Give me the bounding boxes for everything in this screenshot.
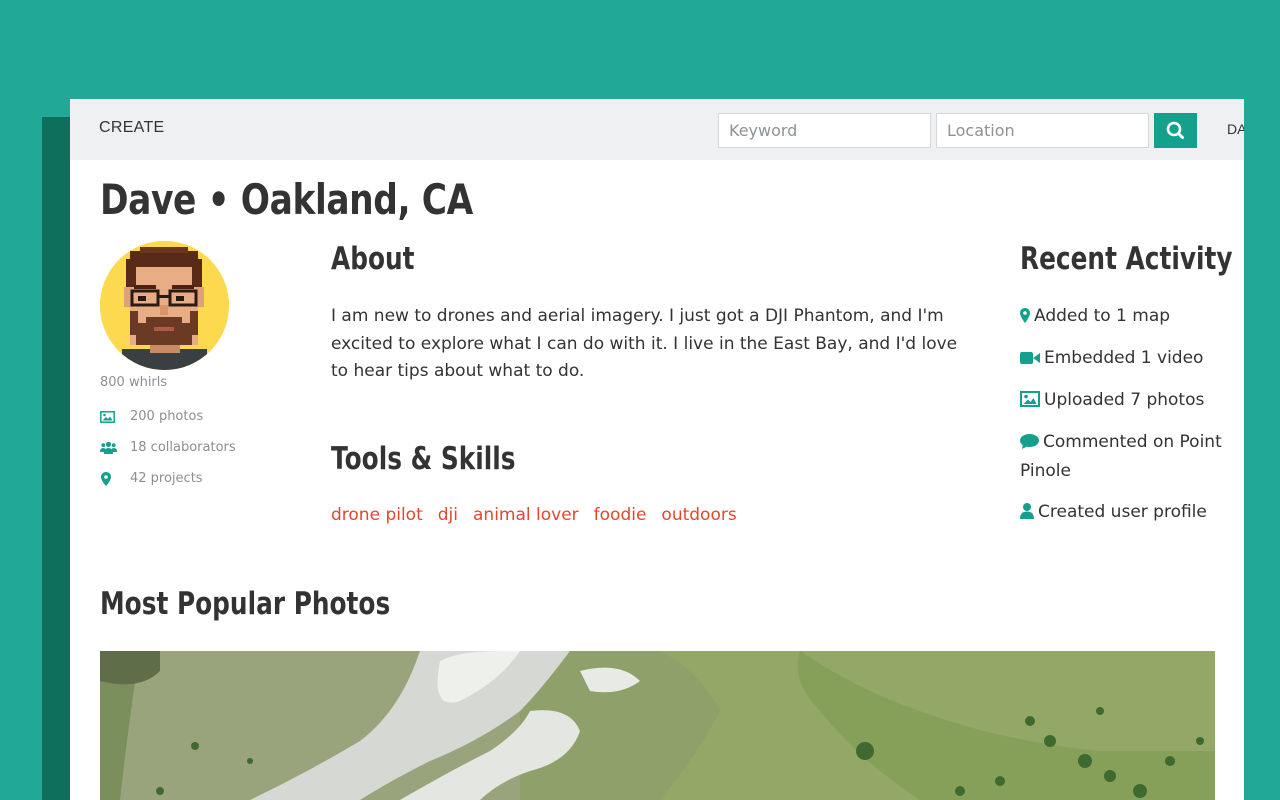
image-icon [1020, 389, 1040, 416]
about-text: I am new to drones and aerial imagery. I… [331, 306, 958, 381]
users-icon [100, 441, 124, 454]
stat-collaborators: 18 collaborators [100, 440, 236, 455]
search-button[interactable] [1154, 113, 1197, 148]
skills-tags: drone pilot dji animal lover foodie outd… [331, 505, 737, 525]
activity-label: Uploaded 7 photos [1044, 390, 1205, 410]
map-marker-icon [1020, 305, 1030, 332]
comment-icon [1020, 431, 1039, 458]
activity-label: Commented on Point Pinole [1020, 432, 1222, 481]
activity-label: Embedded 1 video [1044, 348, 1204, 368]
user-icon [1020, 501, 1034, 528]
search-icon [1166, 121, 1184, 139]
video-camera-icon [1020, 347, 1040, 374]
user-menu-link[interactable]: DA [1227, 121, 1244, 137]
map-marker-icon [100, 471, 124, 486]
keyword-input[interactable] [718, 113, 931, 148]
activity-item: Created user profile [1020, 499, 1235, 528]
aerial-photo[interactable] [100, 651, 1215, 800]
stat-label: 200 photos [130, 409, 204, 424]
browser-window: CREATE DA Dave • Oakland, CA [70, 99, 1244, 800]
image-icon [100, 410, 124, 423]
popular-photos-heading: Most Popular Photos [100, 586, 391, 622]
activity-label: Created user profile [1038, 502, 1207, 522]
recent-activity-heading: Recent Activity [1020, 241, 1233, 277]
skill-tag[interactable]: dji [438, 505, 458, 525]
about-heading: About [331, 241, 415, 277]
skill-tag[interactable]: outdoors [661, 505, 736, 525]
activity-label: Added to 1 map [1034, 306, 1171, 326]
stat-label: 42 projects [130, 471, 203, 486]
activity-item: Added to 1 map [1020, 303, 1235, 332]
activity-item: Uploaded 7 photos [1020, 387, 1235, 416]
skill-tag[interactable]: drone pilot [331, 505, 423, 525]
skills-heading: Tools & Skills [331, 441, 516, 477]
location-input[interactable] [936, 113, 1149, 148]
stat-photos: 200 photos [100, 409, 203, 424]
navbar: CREATE DA [70, 99, 1244, 160]
activity-item: Commented on Point Pinole [1020, 429, 1235, 485]
create-link[interactable]: CREATE [99, 119, 165, 137]
whirls-count: 800 whirls [100, 375, 168, 390]
stat-label: 18 collaborators [130, 440, 236, 455]
stat-projects: 42 projects [100, 471, 203, 486]
skill-tag[interactable]: animal lover [473, 505, 579, 525]
avatar [100, 241, 229, 370]
page-title: Dave • Oakland, CA [100, 175, 473, 224]
activity-item: Embedded 1 video [1020, 345, 1235, 374]
skill-tag[interactable]: foodie [594, 505, 647, 525]
